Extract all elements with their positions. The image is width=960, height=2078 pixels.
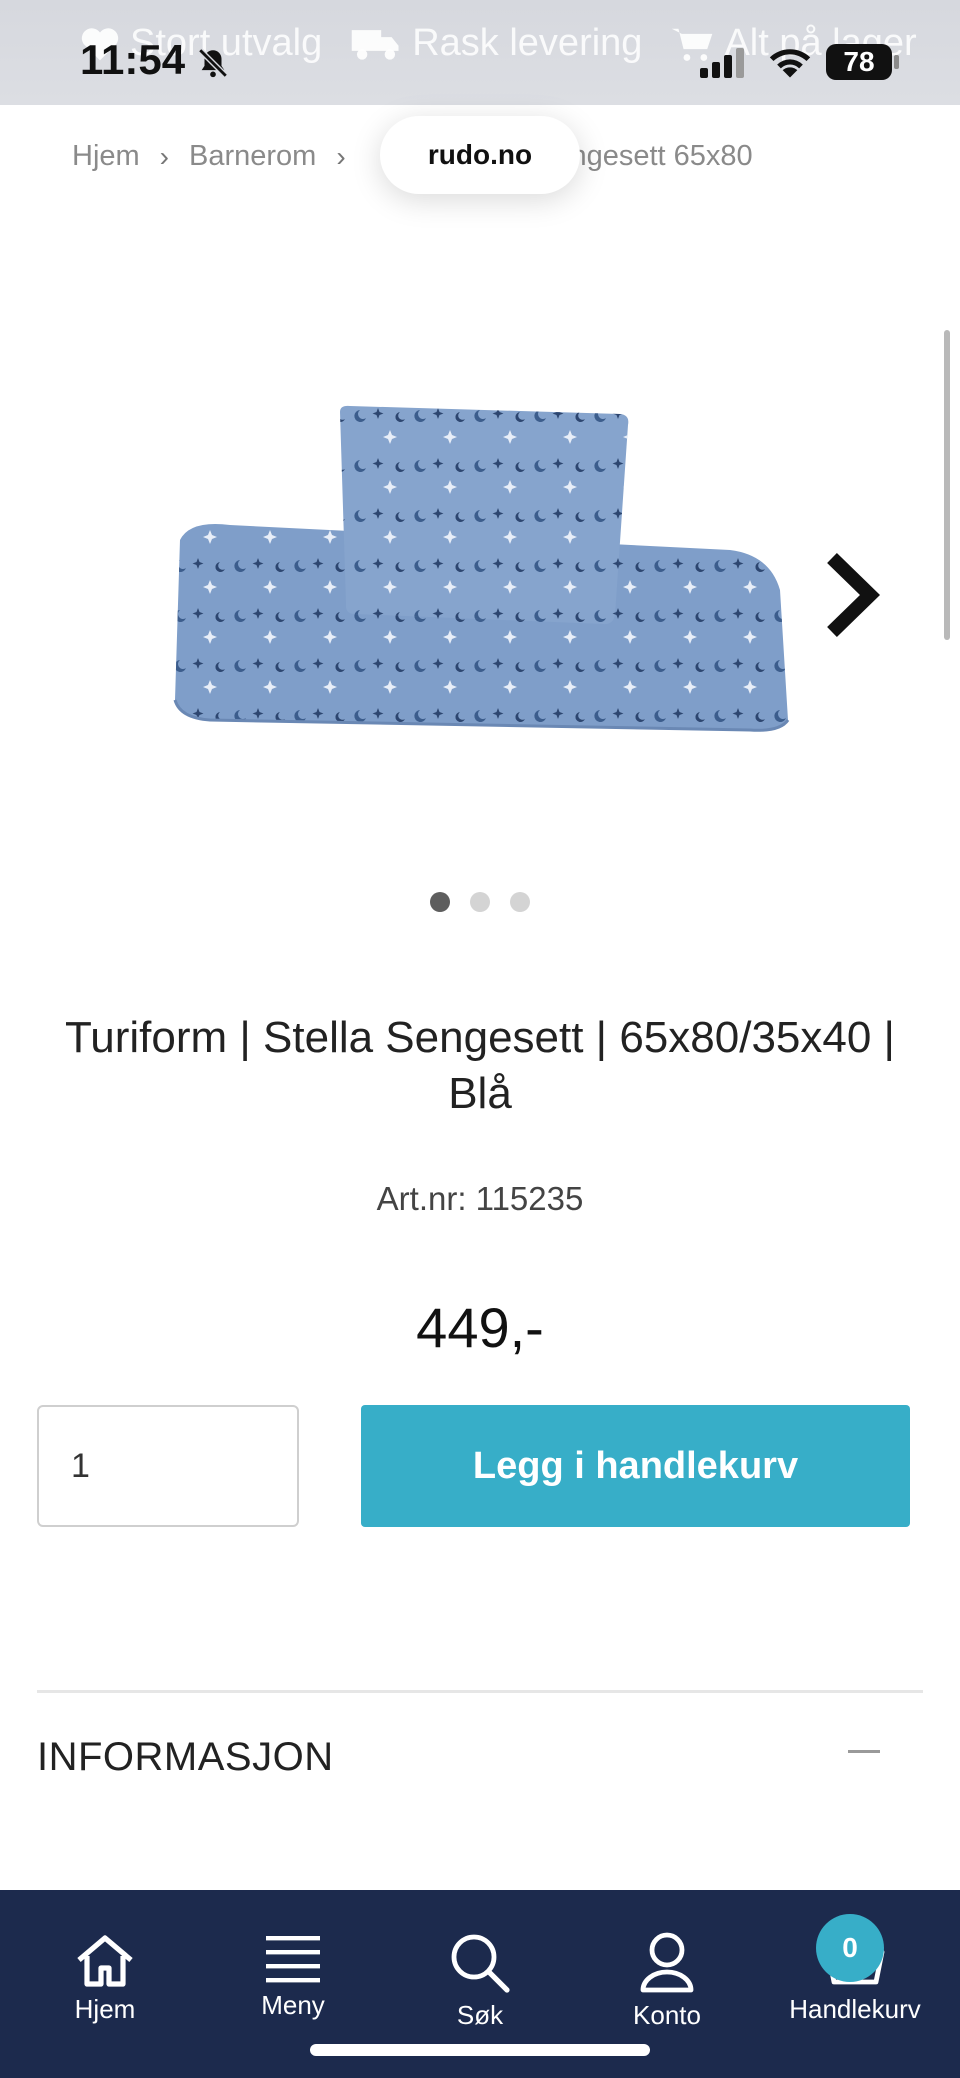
product-price: 449,- [416,1296,544,1359]
scrollbar[interactable] [944,330,950,640]
nav-item-account[interactable]: Konto [577,1890,757,2031]
user-icon [640,1932,694,1993]
menu-icon [266,1936,320,1983]
divider [37,1690,923,1693]
nav-label: Handlekurv [789,1994,921,2024]
nav-label: Hjem [74,1994,136,2024]
carousel-next-arrow-icon[interactable] [820,550,880,640]
collapse-minus-icon[interactable] [848,1750,880,1753]
wifi-icon [769,49,811,78]
breadcrumb-link-barnerom[interactable]: Barnerom [189,140,316,173]
nav-label: Konto [633,2000,701,2030]
bell-muted-icon [198,48,228,78]
chevron-right-icon: › [336,140,346,172]
search-icon [451,1934,510,1993]
home-icon [77,1935,133,1987]
article-number: Art.nr: 115235 [376,1180,584,1217]
url-pill[interactable]: rudo.no [380,116,580,194]
chevron-right-icon: › [159,140,169,172]
battery-indicator: 78 [826,44,892,80]
battery-nub [894,55,899,69]
nav-item-menu[interactable]: Meny [203,1890,383,2021]
cart-count-badge: 0 [816,1914,884,1982]
add-to-cart-button[interactable]: Legg i handlekurv [361,1405,910,1527]
product-title: Turiform | Stella Sengesett | 65x80/35x4… [65,1013,895,1118]
nav-label: Meny [261,1990,325,2020]
carousel-dot[interactable] [470,892,490,912]
quantity-input[interactable]: 1 [37,1405,299,1527]
carousel-dot[interactable] [510,892,530,912]
usp-item: Rask levering [350,22,642,65]
nav-item-home[interactable]: Hjem [15,1890,195,2025]
nav-label: Søk [456,2000,504,2030]
carousel-dots [430,892,530,912]
status-time: 11:54 [80,36,186,83]
breadcrumb-link-home[interactable]: Hjem [72,140,140,173]
top-banner: Stort utvalg Rask levering Alt på lager … [0,0,960,105]
product-image[interactable] [170,400,800,740]
info-section-heading[interactable]: INFORMASJON [37,1735,334,1780]
cellular-signal-icon [700,48,744,78]
carousel-dot[interactable] [430,892,450,912]
nav-item-search[interactable]: Søk [390,1890,570,2031]
home-indicator[interactable] [310,2044,650,2056]
truck-icon [351,29,399,60]
